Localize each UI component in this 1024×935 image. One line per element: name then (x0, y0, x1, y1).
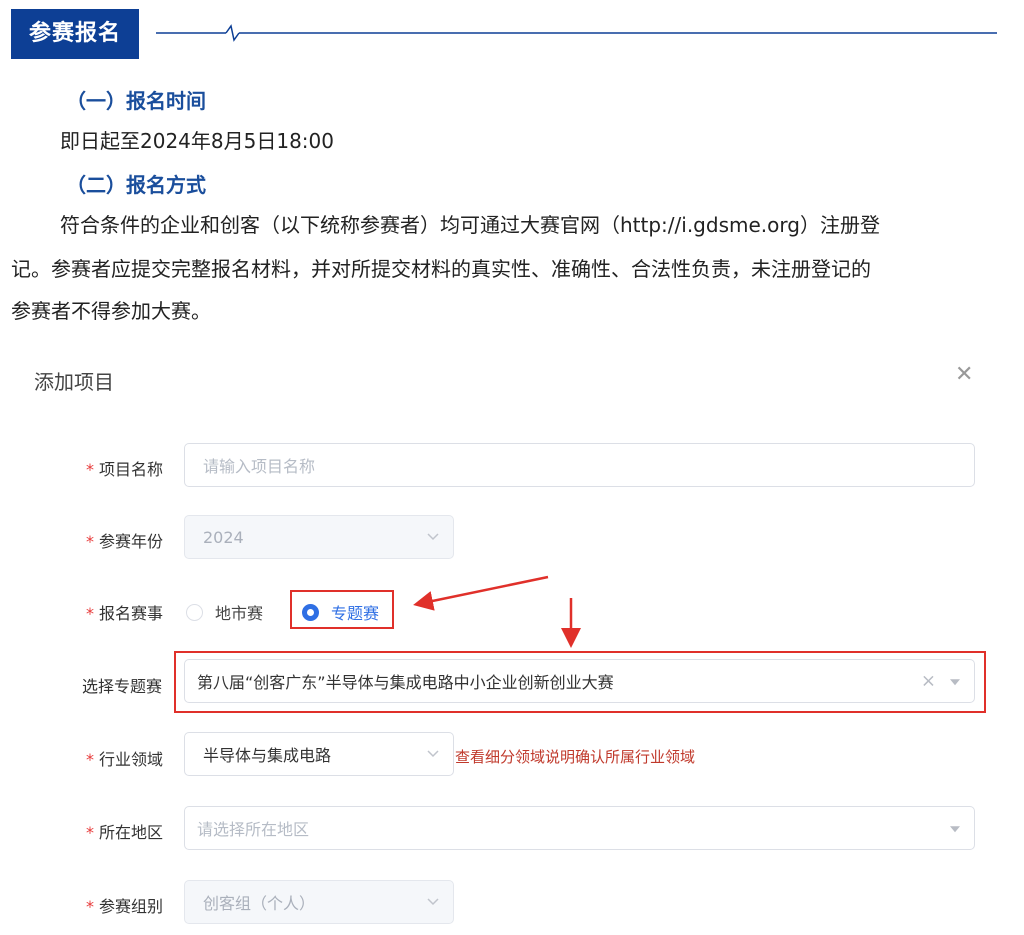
radio-unchecked-icon (186, 603, 203, 621)
year-label: * 参赛年份 (86, 532, 164, 551)
dialog-title: 添加项目 (34, 370, 114, 394)
paragraph-line-2: 记。参赛者应提交完整报名材料，并对所提交材料的真实性、准确性、合法性负责，未注册… (11, 257, 871, 281)
header-divider-line (156, 24, 997, 42)
chevron-down-icon (427, 898, 439, 906)
chevron-down-icon (427, 533, 439, 541)
chevron-down-icon (427, 750, 439, 758)
subheading-method: （二）报名方式 (66, 173, 206, 197)
close-icon[interactable]: ✕ (955, 364, 973, 386)
paragraph-line-3: 参赛者不得参加大赛。 (11, 299, 211, 323)
industry-label: * 行业领域 (86, 750, 164, 769)
registration-time-text: 即日起至2024年8月5日18:00 (60, 129, 334, 153)
group-label: * 参赛组别 (86, 897, 164, 916)
section-title: 参赛报名 (11, 9, 139, 59)
special-event-label: 选择专题赛 (82, 677, 163, 696)
annotation-box-radio (290, 590, 394, 629)
required-mark: * (86, 823, 94, 842)
paragraph-line-1: 符合条件的企业和创客（以下统称参赛者）均可通过大赛官网（http://i.gds… (60, 213, 880, 237)
year-select[interactable]: 2024 (184, 515, 454, 559)
region-select[interactable]: 请选择所在地区 (184, 806, 975, 850)
caret-down-icon (950, 826, 960, 833)
radio-city-event[interactable]: 地市赛 (186, 600, 263, 624)
region-label: * 所在地区 (86, 823, 164, 842)
required-mark: * (86, 532, 94, 551)
required-mark: * (86, 604, 94, 623)
required-mark: * (86, 750, 94, 769)
arrow-to-radio (413, 575, 549, 611)
industry-select[interactable]: 半导体与集成电路 (184, 732, 454, 776)
subheading-time: （一）报名时间 (66, 89, 206, 113)
project-name-label: * 项目名称 (86, 460, 164, 479)
annotation-box-select (174, 651, 986, 713)
industry-help-link[interactable]: 查看细分领域说明确认所属行业领域 (455, 746, 695, 767)
required-mark: * (86, 897, 94, 916)
section-header: 参赛报名 (11, 9, 997, 59)
project-name-input[interactable]: 请输入项目名称 (184, 443, 975, 487)
group-select[interactable]: 创客组（个人） (184, 880, 454, 924)
required-mark: * (86, 460, 94, 479)
event-label: * 报名赛事 (86, 604, 164, 623)
